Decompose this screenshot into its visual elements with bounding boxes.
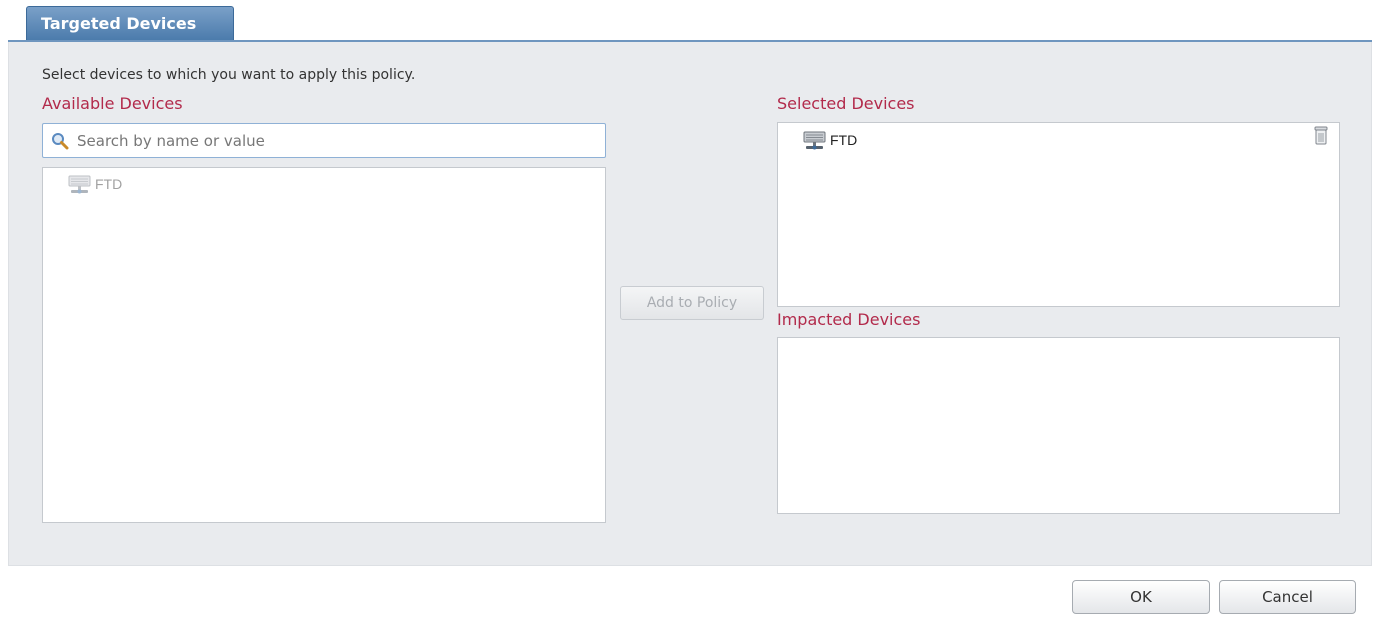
cancel-button[interactable]: Cancel <box>1219 580 1356 614</box>
available-devices-label: Available Devices <box>42 94 183 113</box>
add-to-policy-button[interactable]: Add to Policy <box>620 286 764 320</box>
search-box[interactable] <box>42 123 606 158</box>
list-item[interactable]: FTD <box>802 128 857 152</box>
tab-targeted-devices[interactable]: Targeted Devices <box>26 6 234 41</box>
device-icon <box>67 173 93 195</box>
device-label: FTD <box>95 176 123 192</box>
impacted-devices-label: Impacted Devices <box>777 310 921 329</box>
impacted-devices-list <box>777 337 1340 514</box>
search-icon <box>51 132 69 150</box>
device-icon <box>802 129 828 151</box>
instructions-text: Select devices to which you want to appl… <box>42 67 416 83</box>
device-label: FTD <box>830 132 858 148</box>
search-input[interactable] <box>77 124 597 157</box>
selected-devices-label: Selected Devices <box>777 94 915 113</box>
selected-devices-list[interactable]: FTD <box>777 122 1340 307</box>
trash-icon[interactable] <box>1313 126 1329 146</box>
list-item[interactable]: FTD <box>67 172 122 196</box>
ok-button[interactable]: OK <box>1072 580 1210 614</box>
available-devices-list[interactable]: FTD <box>42 167 606 523</box>
